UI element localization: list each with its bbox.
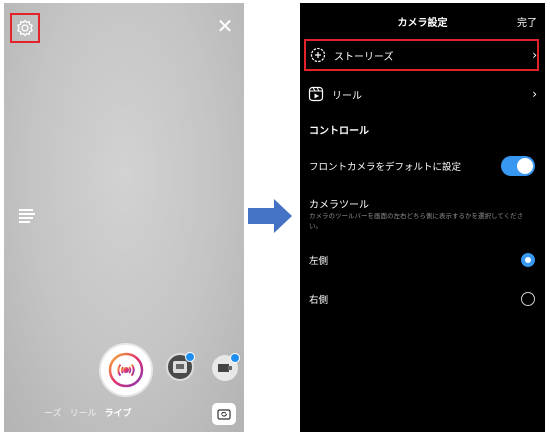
front-camera-label: フロントカメラをデフォルトに設定 <box>309 162 462 173</box>
camera-settings-screen: カメラ設定 完了 ストーリーズ › リール › コントロール フロントカメラをデ… <box>300 3 545 432</box>
side-left-label: 左側 <box>309 256 329 267</box>
gear-icon <box>17 19 33 37</box>
camera-tools-title: カメラツール <box>309 200 369 211</box>
settings-button[interactable] <box>10 13 40 43</box>
live-shutter-icon <box>108 352 144 388</box>
settings-row-stories[interactable]: ストーリーズ › <box>304 39 539 71</box>
add-story-icon <box>310 47 326 63</box>
done-button[interactable]: 完了 <box>517 14 537 29</box>
menu-lines-icon[interactable] <box>19 209 35 223</box>
side-option-right[interactable]: 右側 <box>309 289 535 309</box>
tab-stories[interactable]: ーズ <box>44 406 62 419</box>
side-right-label: 右側 <box>309 295 329 306</box>
chevron-right-icon: › <box>532 48 537 62</box>
right-arrow-icon <box>248 199 292 233</box>
camera-flip-icon <box>217 409 231 420</box>
photo-booth-icon <box>173 361 187 373</box>
front-camera-toggle[interactable] <box>501 156 535 176</box>
toggle-knob <box>517 158 533 174</box>
stories-label: ストーリーズ <box>334 51 394 63</box>
new-badge <box>185 352 195 362</box>
camera-effect-icon <box>218 364 232 372</box>
tab-reels[interactable]: リール <box>70 406 97 419</box>
reels-icon <box>308 86 324 102</box>
front-camera-setting: フロントカメラをデフォルトに設定 <box>309 155 535 177</box>
settings-row-reels[interactable]: リール › <box>306 80 537 108</box>
radio-right[interactable] <box>521 292 535 306</box>
close-icon: ✕ <box>216 14 234 38</box>
new-badge-2 <box>230 353 240 363</box>
live-shutter-button[interactable] <box>101 345 151 395</box>
reels-label: リール <box>332 90 362 102</box>
page-title: カメラ設定 <box>397 18 448 29</box>
camera-tools-description: カメラのツールバーを画面の左右どちら側に表示するかを選択してください。 <box>309 212 524 230</box>
effect-thumbnail-2[interactable] <box>212 353 240 381</box>
camera-flip-button[interactable] <box>212 403 236 425</box>
close-button[interactable]: ✕ <box>216 14 234 38</box>
chevron-right-icon: › <box>532 87 537 101</box>
camera-screen: ✕ ーズ リール ライブ <box>4 3 244 432</box>
radio-left[interactable] <box>521 253 535 267</box>
tab-live[interactable]: ライブ <box>105 406 132 419</box>
effect-thumbnail[interactable] <box>166 352 195 381</box>
section-heading-controls: コントロール <box>309 126 369 137</box>
side-option-left[interactable]: 左側 <box>309 250 535 270</box>
mode-tabs: ーズ リール ライブ <box>44 406 132 419</box>
